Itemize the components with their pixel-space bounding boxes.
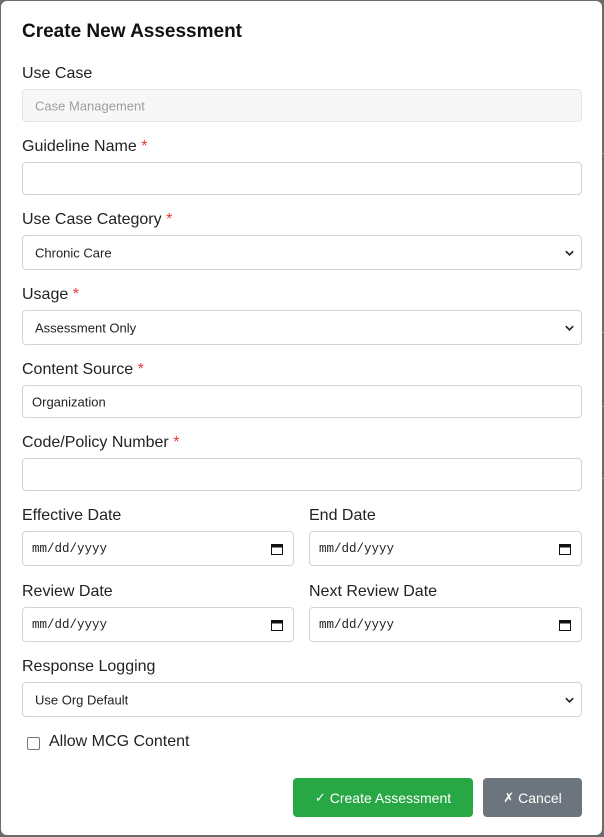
guideline-name-input[interactable]: [22, 162, 582, 195]
chevron-down-icon: [565, 697, 574, 703]
next-review-date-input[interactable]: mm/dd/yyyy: [309, 607, 582, 642]
review-date-input[interactable]: mm/dd/yyyy: [22, 607, 294, 642]
required-mark: *: [173, 434, 180, 451]
response-logging-select[interactable]: Use Org Default: [22, 682, 582, 717]
guideline-name-label: Guideline Name *: [22, 138, 147, 156]
use-case-category-label: Use Case Category *: [22, 211, 172, 229]
response-logging-selected: Use Org Default: [35, 692, 129, 707]
code-policy-number-label: Code/Policy Number *: [22, 434, 179, 452]
usage-label-text: Usage: [22, 286, 69, 303]
create-assessment-button[interactable]: ✓ Create Assessment: [293, 778, 473, 817]
calendar-icon[interactable]: [559, 619, 571, 631]
effective-date-input[interactable]: mm/dd/yyyy: [22, 531, 294, 566]
required-mark: *: [166, 211, 173, 228]
next-review-date-label-text: Next Review Date: [309, 583, 438, 600]
allow-mcg-label-text: Allow MCG Content: [49, 733, 190, 750]
code-policy-number-label-text: Code/Policy Number: [22, 434, 169, 451]
required-mark: *: [137, 361, 144, 378]
content-source-input[interactable]: Organization: [22, 385, 582, 418]
end-date-label: End Date: [309, 507, 376, 525]
calendar-icon[interactable]: [271, 543, 283, 555]
code-policy-number-input[interactable]: [22, 458, 582, 491]
use-case-category-select[interactable]: Chronic Care: [22, 235, 582, 270]
required-mark: *: [72, 286, 79, 303]
usage-select[interactable]: Assessment Only: [22, 310, 582, 345]
next-review-date-label: Next Review Date: [309, 583, 437, 601]
calendar-icon[interactable]: [271, 619, 283, 631]
create-assessment-label: Create Assessment: [329, 789, 452, 806]
review-date-label: Review Date: [22, 583, 113, 601]
end-date-label-text: End Date: [309, 507, 376, 524]
use-case-label-text: Use Case: [22, 65, 93, 82]
usage-selected: Assessment Only: [35, 320, 137, 335]
response-logging-label-text: Response Logging: [22, 658, 156, 675]
calendar-icon[interactable]: [559, 543, 571, 555]
end-date-input[interactable]: mm/dd/yyyy: [309, 531, 582, 566]
allow-mcg-checkbox[interactable]: [27, 737, 40, 750]
review-date-label-text: Review Date: [22, 583, 113, 600]
modal-title: Create New Assessment: [22, 21, 243, 42]
chevron-down-icon: [565, 250, 574, 256]
use-case-category-selected: Chronic Care: [35, 245, 112, 260]
allow-mcg-label[interactable]: Allow MCG Content: [49, 733, 190, 751]
checkmark-icon: ✓: [314, 789, 326, 805]
use-case-value: Case Management: [35, 98, 145, 113]
cancel-label: Cancel: [518, 789, 562, 806]
effective-date-label: Effective Date: [22, 507, 121, 525]
x-icon: ✗: [503, 789, 515, 805]
chevron-down-icon: [565, 325, 574, 331]
content-source-label-text: Content Source: [22, 361, 134, 378]
use-case-label: Use Case: [22, 65, 92, 83]
usage-label: Usage *: [22, 286, 79, 304]
effective-date-placeholder: mm/dd/yyyy: [32, 541, 108, 556]
cancel-button[interactable]: ✗ Cancel: [483, 778, 582, 817]
content-source-label: Content Source *: [22, 361, 144, 379]
next-review-date-placeholder: mm/dd/yyyy: [319, 617, 395, 632]
guideline-name-label-text: Guideline Name: [22, 138, 137, 155]
effective-date-label-text: Effective Date: [22, 507, 122, 524]
response-logging-label: Response Logging: [22, 658, 155, 676]
required-mark: *: [141, 138, 148, 155]
create-assessment-modal: Create New Assessment Use Case Case Mana…: [1, 1, 602, 835]
end-date-placeholder: mm/dd/yyyy: [319, 541, 395, 556]
review-date-placeholder: mm/dd/yyyy: [32, 617, 108, 632]
use-case-category-label-text: Use Case Category: [22, 211, 162, 228]
content-source-value: Organization: [32, 394, 106, 409]
use-case-field: Case Management: [22, 89, 582, 122]
